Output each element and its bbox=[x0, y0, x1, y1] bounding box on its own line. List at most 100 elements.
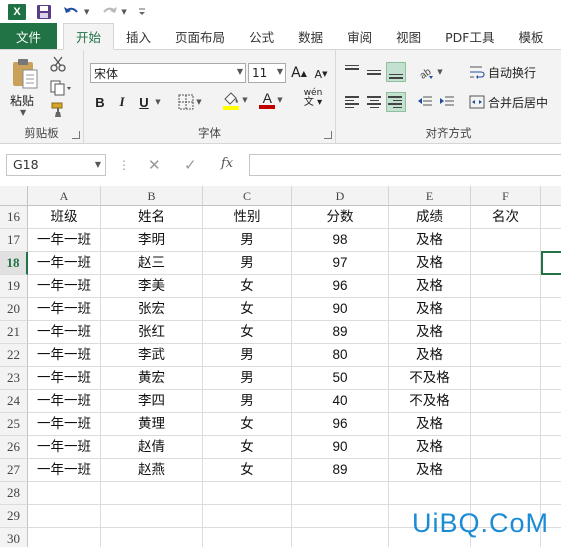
name-box[interactable]: G18 ▼ bbox=[6, 154, 106, 176]
phonetic-guide-button[interactable]: wén 文 ▾ bbox=[298, 88, 328, 108]
grid-cell[interactable]: 89 bbox=[292, 321, 389, 344]
grid-cell[interactable] bbox=[541, 206, 561, 229]
grid-cell[interactable]: 李明 bbox=[101, 229, 203, 252]
name-box-dropdown-icon[interactable]: ▼ bbox=[95, 155, 101, 175]
grid-cell[interactable] bbox=[541, 344, 561, 367]
font-color-button[interactable]: A ▼ bbox=[256, 90, 286, 110]
grid-cell[interactable] bbox=[471, 390, 541, 413]
grid-cell[interactable] bbox=[541, 298, 561, 321]
grid-cell[interactable]: 一年一班 bbox=[28, 229, 101, 252]
grid-cell[interactable]: 女 bbox=[203, 413, 292, 436]
grid-cell[interactable]: 男 bbox=[203, 252, 292, 275]
save-icon[interactable] bbox=[36, 3, 52, 21]
grid-cell[interactable]: 张红 bbox=[101, 321, 203, 344]
grid-cell[interactable] bbox=[28, 528, 101, 547]
row-header[interactable]: 18 bbox=[0, 252, 28, 275]
grid-cell[interactable]: 性别 bbox=[203, 206, 292, 229]
tab-insert[interactable]: 插入 bbox=[114, 23, 163, 49]
grid-cell[interactable]: 男 bbox=[203, 390, 292, 413]
grid-cell[interactable]: 一年一班 bbox=[28, 459, 101, 482]
row-header[interactable]: 16 bbox=[0, 206, 28, 229]
tab-formulas[interactable]: 公式 bbox=[237, 23, 286, 49]
tab-page-layout[interactable]: 页面布局 bbox=[163, 23, 237, 49]
underline-dropdown-icon[interactable]: ▼ bbox=[152, 92, 162, 112]
grid-cell[interactable] bbox=[471, 436, 541, 459]
column-header[interactable] bbox=[541, 186, 561, 206]
wrap-text-button[interactable]: 自动换行 bbox=[488, 62, 536, 82]
undo-dropdown-icon[interactable]: ▼ bbox=[84, 8, 89, 16]
grid-cell[interactable] bbox=[471, 482, 541, 505]
grid-cell[interactable]: 男 bbox=[203, 229, 292, 252]
grid-cell[interactable]: 赵倩 bbox=[101, 436, 203, 459]
row-header[interactable]: 27 bbox=[0, 459, 28, 482]
grid-cell[interactable]: 女 bbox=[203, 298, 292, 321]
grid-cell[interactable] bbox=[471, 367, 541, 390]
align-center-icon[interactable] bbox=[364, 92, 384, 112]
font-name-dropdown-icon[interactable]: ▼ bbox=[237, 67, 243, 76]
grid-cell[interactable]: 50 bbox=[292, 367, 389, 390]
cancel-entry-icon[interactable]: ✕ bbox=[148, 156, 161, 174]
merge-center-icon[interactable] bbox=[468, 92, 486, 112]
row-header[interactable]: 29 bbox=[0, 505, 28, 528]
redo-icon[interactable]: ▼ bbox=[99, 3, 127, 21]
grid-cell[interactable] bbox=[541, 459, 561, 482]
grid-cell[interactable] bbox=[28, 505, 101, 528]
grid-cell[interactable]: 90 bbox=[292, 436, 389, 459]
grid-cell[interactable] bbox=[292, 528, 389, 547]
grid-cell[interactable] bbox=[471, 275, 541, 298]
grid-cell[interactable]: 一年一班 bbox=[28, 275, 101, 298]
copy-icon[interactable] bbox=[50, 80, 71, 96]
row-header[interactable]: 25 bbox=[0, 413, 28, 436]
cut-icon[interactable] bbox=[50, 56, 68, 72]
grid-cell[interactable] bbox=[292, 505, 389, 528]
grid-cell[interactable] bbox=[541, 390, 561, 413]
increase-indent-icon[interactable] bbox=[438, 92, 456, 112]
grid-cell[interactable]: 不及格 bbox=[389, 367, 471, 390]
grid-cell[interactable]: 一年一班 bbox=[28, 344, 101, 367]
grid-cell[interactable] bbox=[471, 344, 541, 367]
grid-cell[interactable] bbox=[541, 413, 561, 436]
insert-function-icon[interactable]: fx bbox=[221, 156, 233, 171]
worksheet-grid[interactable]: A B C D E F 16 班级 姓名 性别 分数 成绩 名次 17 一年一班 李明男 98 及格 18 一年一班赵… bbox=[0, 186, 561, 547]
row-header[interactable]: 19 bbox=[0, 275, 28, 298]
grid-cell[interactable]: 班级 bbox=[28, 206, 101, 229]
grow-font-button[interactable]: A ▲ bbox=[290, 63, 308, 83]
grid-cell[interactable]: 一年一班 bbox=[28, 367, 101, 390]
tab-home[interactable]: 开始 bbox=[63, 23, 115, 50]
grid-cell[interactable]: 男 bbox=[203, 367, 292, 390]
grid-cell[interactable]: 及格 bbox=[389, 252, 471, 275]
column-header[interactable]: C bbox=[203, 186, 292, 206]
paste-dropdown-icon[interactable]: ▼ bbox=[20, 108, 26, 117]
grid-cell[interactable]: 分数 bbox=[292, 206, 389, 229]
grid-cell[interactable]: 一年一班 bbox=[28, 390, 101, 413]
grid-cell[interactable]: 及格 bbox=[389, 344, 471, 367]
undo-icon[interactable]: ▼ bbox=[62, 3, 89, 21]
grid-cell[interactable]: 名次 bbox=[471, 206, 541, 229]
grid-cell[interactable]: 及格 bbox=[389, 436, 471, 459]
grid-cell[interactable]: 李美 bbox=[101, 275, 203, 298]
row-header[interactable]: 24 bbox=[0, 390, 28, 413]
grid-cell[interactable] bbox=[541, 436, 561, 459]
grid-cell[interactable] bbox=[101, 482, 203, 505]
middle-align-icon[interactable] bbox=[364, 62, 384, 82]
tab-review[interactable]: 审阅 bbox=[335, 23, 384, 49]
font-size-select[interactable]: 11 ▼ bbox=[248, 63, 286, 83]
grid-cell[interactable]: 及格 bbox=[389, 275, 471, 298]
row-header[interactable]: 22 bbox=[0, 344, 28, 367]
select-all-corner[interactable] bbox=[0, 186, 28, 206]
underline-button[interactable]: U bbox=[136, 92, 152, 112]
grid-cell[interactable]: 黄理 bbox=[101, 413, 203, 436]
grid-cell[interactable]: 及格 bbox=[389, 459, 471, 482]
bold-button[interactable]: B bbox=[92, 92, 108, 112]
grid-cell[interactable] bbox=[28, 482, 101, 505]
format-painter-icon[interactable] bbox=[50, 102, 68, 118]
decrease-indent-icon[interactable] bbox=[416, 92, 434, 112]
grid-cell[interactable] bbox=[471, 298, 541, 321]
grid-cell[interactable]: 及格 bbox=[389, 298, 471, 321]
grid-cell[interactable] bbox=[203, 505, 292, 528]
grid-cell[interactable]: 及格 bbox=[389, 321, 471, 344]
grid-cell[interactable]: 李四 bbox=[101, 390, 203, 413]
clipboard-launcher-icon[interactable] bbox=[72, 131, 80, 139]
column-header[interactable]: A bbox=[28, 186, 101, 206]
grid-cell[interactable]: 及格 bbox=[389, 229, 471, 252]
